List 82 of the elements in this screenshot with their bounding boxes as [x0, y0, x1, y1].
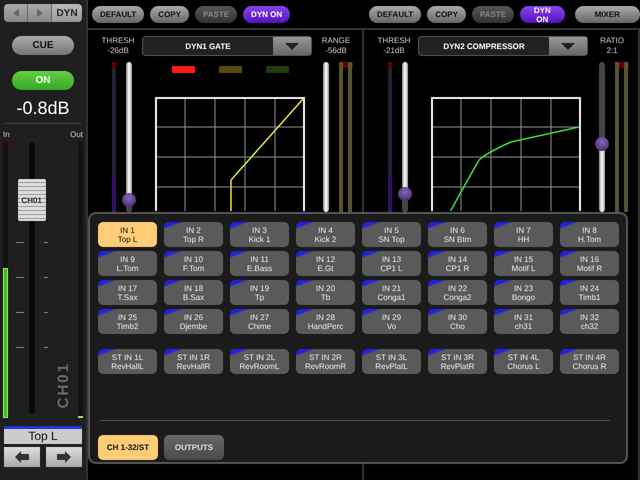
- channel-button[interactable]: IN 16 Motif R: [560, 251, 619, 276]
- vertical-slider[interactable]: [122, 62, 136, 212]
- channel-button[interactable]: IN 8 H.Tom: [560, 222, 619, 247]
- cue-button[interactable]: CUE: [12, 36, 74, 55]
- channel-button[interactable]: IN 11 E.Bass: [230, 251, 289, 276]
- channel-name: Top L: [4, 426, 82, 444]
- parameter-label: THRESH: [378, 36, 410, 46]
- parameter-label: THRESH: [102, 36, 134, 46]
- parameter-value: -56dB: [325, 46, 347, 56]
- channel-button[interactable]: ST IN 2L RevRoomL: [230, 349, 289, 374]
- left-arrow-icon: [15, 451, 29, 463]
- previous-channel-button[interactable]: [4, 447, 40, 467]
- fader-knob[interactable]: CH01: [18, 179, 46, 221]
- toolbar-button[interactable]: DEFAULT: [92, 6, 144, 22]
- caret-down-icon: [561, 42, 575, 50]
- dynamics-type-dropdown[interactable]: DYN1 GATE: [142, 36, 312, 56]
- channel-button[interactable]: ST IN 1R RevHallR: [164, 349, 223, 374]
- channel-button[interactable]: IN 4 Kick 2: [296, 222, 355, 247]
- channel-button[interactable]: IN 31 ch31: [494, 309, 553, 334]
- parameter-value: -26dB: [107, 46, 129, 56]
- toolbar-button[interactable]: COPY: [427, 6, 466, 22]
- channel-button[interactable]: IN 3 Kick 1: [230, 222, 289, 247]
- level-readout: -0.8dB: [5, 98, 81, 124]
- channel-button[interactable]: IN 23 Bongo: [494, 280, 553, 305]
- left-triangle-icon: [12, 9, 20, 17]
- channel-fader[interactable]: CH01: [14, 142, 50, 414]
- meter-label: Out: [70, 130, 83, 139]
- channel-button[interactable]: ST IN 3L RevPlatL: [362, 349, 421, 374]
- channel-button[interactable]: ST IN 2R RevRoomR: [296, 349, 355, 374]
- channel-button[interactable]: IN 9 L.Tom: [98, 251, 157, 276]
- slider-thumb[interactable]: [122, 193, 136, 207]
- toolbar-button[interactable]: DYN ON: [243, 6, 290, 22]
- mode-label: DYN: [52, 4, 82, 22]
- channel-id-label: CH01: [55, 362, 72, 408]
- right-triangle-icon: [36, 9, 44, 17]
- slider-thumb[interactable]: [398, 187, 412, 201]
- channel-button[interactable]: IN 18 B.Sax: [164, 280, 223, 305]
- channel-button[interactable]: IN 30 Cho: [428, 309, 487, 334]
- channel-button[interactable]: IN 25 Timb2: [98, 309, 157, 334]
- channel-button[interactable]: IN 27 Chime: [230, 309, 289, 334]
- parameter-label: RANGE: [322, 36, 350, 46]
- channel-button[interactable]: IN 19 Tp: [230, 280, 289, 305]
- toolbar-button[interactable]: COPY: [150, 6, 189, 22]
- channel-button[interactable]: IN 1 Top L: [98, 222, 157, 247]
- channel-button[interactable]: IN 32 ch32: [560, 309, 619, 334]
- parameter-label: RATIO: [600, 36, 624, 46]
- right-arrow-icon: [57, 451, 71, 463]
- channel-button[interactable]: IN 7 HH: [494, 222, 553, 247]
- channel-button[interactable]: IN 21 Conga1: [362, 280, 421, 305]
- channel-button[interactable]: IN 5 SN Top: [362, 222, 421, 247]
- vertical-slider[interactable]: [595, 62, 609, 212]
- channel-button[interactable]: IN 14 CP1 R: [428, 251, 487, 276]
- next-channel-button[interactable]: [46, 447, 82, 467]
- parameter-value: -21dB: [383, 46, 405, 56]
- toolbar-button[interactable]: MIXER: [574, 6, 640, 22]
- channel-button[interactable]: IN 20 Tb: [296, 280, 355, 305]
- dynamics-type-dropdown[interactable]: DYN2 COMPRESSOR: [418, 36, 588, 56]
- channel-button[interactable]: IN 29 Vo: [362, 309, 421, 334]
- channel-button[interactable]: ST IN 4L Chorus L: [494, 349, 553, 374]
- meter-label: In: [3, 130, 10, 139]
- channel-button[interactable]: IN 15 Motif L: [494, 251, 553, 276]
- vertical-slider[interactable]: [398, 62, 412, 212]
- caret-down-icon: [285, 42, 299, 50]
- channel-button[interactable]: IN 28 HandPerc: [296, 309, 355, 334]
- channel-button[interactable]: IN 2 Top R: [164, 222, 223, 247]
- toolbar-button[interactable]: DEFAULT: [369, 6, 422, 22]
- channel-button[interactable]: IN 22 Conga2: [428, 280, 487, 305]
- channel-button[interactable]: IN 10 F.Tom: [164, 251, 223, 276]
- channel-button[interactable]: ST IN 4R Chorus R: [560, 349, 619, 374]
- channel-button[interactable]: IN 17 T.Sax: [98, 280, 157, 305]
- channel-button[interactable]: IN 6 SN Btm: [428, 222, 487, 247]
- channel-button[interactable]: IN 12 E.Gt: [296, 251, 355, 276]
- tab[interactable]: CH 1-32/ST: [98, 435, 158, 460]
- tab[interactable]: OUTPUTS: [164, 435, 224, 460]
- slider-thumb[interactable]: [595, 137, 609, 151]
- toolbar-button[interactable]: DYN ON: [520, 6, 565, 22]
- channel-button[interactable]: ST IN 3R RevPlatR: [428, 349, 487, 374]
- channel-button[interactable]: IN 13 CP1 L: [362, 251, 421, 276]
- channel-button[interactable]: IN 24 Timb1: [560, 280, 619, 305]
- parameter-value: 2:1: [606, 46, 618, 56]
- channel-button[interactable]: ST IN 1L RevHallL: [98, 349, 157, 374]
- channel-button[interactable]: IN 26 Djembe: [164, 309, 223, 334]
